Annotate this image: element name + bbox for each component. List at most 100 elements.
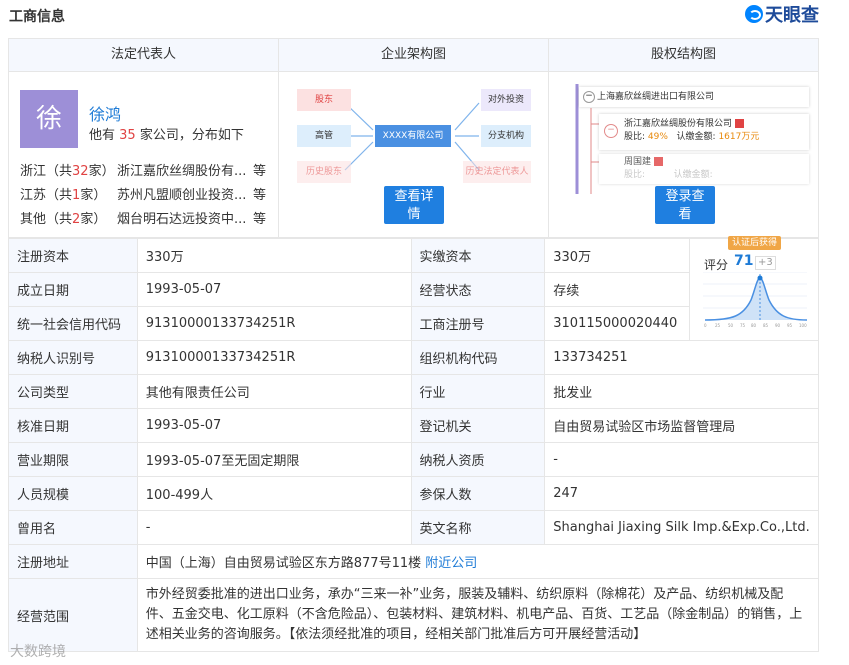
svg-text:85: 85: [763, 323, 769, 328]
field-label: 组织机构代码: [410, 340, 546, 375]
field-value: Shanghai Jiaxing Silk Imp.&Exp.Co.,Ltd.: [544, 510, 819, 545]
score-delta: +3: [755, 256, 776, 270]
more-link[interactable]: 等: [253, 160, 266, 179]
field-label: 纳税人资质: [410, 442, 546, 477]
org-node-shareholders: 股东: [297, 89, 351, 111]
eye-logo-icon: [745, 5, 763, 23]
address-value: 中国（上海）自由贸易试验区东方路877号11楼 附近公司: [136, 544, 820, 579]
field-value: 91310000133734251R: [136, 306, 412, 341]
tab-org-chart: 企业架构图: [279, 39, 549, 71]
tab-equity-chart: 股权结构图: [650, 47, 716, 62]
legal-rep-name-link[interactable]: 徐鸿: [89, 101, 121, 125]
table-row: 营业期限 1993-05-07至无固定期限 纳税人资质 -: [8, 442, 819, 477]
score-label: 评分: [704, 258, 729, 272]
section-title: 工商信息: [9, 9, 65, 25]
org-node-investments: 对外投资: [481, 89, 531, 111]
more-link[interactable]: 等: [253, 208, 266, 227]
business-info-table: 注册资本 330万 实缴资本 330万 成立日期 1993-05-07 经营状态…: [8, 238, 820, 652]
more-link[interactable]: 等: [253, 184, 266, 203]
field-label: 经营状态: [410, 272, 546, 307]
divider: [548, 39, 549, 237]
company-link[interactable]: 苏州凡盟顺创业投资...: [117, 184, 246, 203]
svg-text:90: 90: [775, 323, 781, 328]
org-node-executives: 高管: [297, 125, 351, 147]
summary-panel-header: 法定代表人 企业架构图 股权结构图: [9, 39, 818, 72]
field-label: 工商注册号: [410, 306, 546, 341]
tab-legal-rep: 法定代表人: [9, 39, 279, 71]
field-value: 310115000020440: [544, 306, 691, 341]
table-row: 人员规模 100-499人 参保人数 247: [8, 476, 819, 511]
company-link[interactable]: 烟台明石达远投资中...: [117, 208, 246, 227]
svg-text:95: 95: [787, 323, 793, 328]
field-label: 公司类型: [8, 374, 138, 409]
company-count-text: 他有 35 家公司，分布如下: [89, 128, 244, 143]
field-value: 330万: [136, 238, 412, 273]
field-value: 330万: [544, 238, 691, 273]
field-label: 统一社会信用代码: [8, 306, 138, 341]
field-label: 注册资本: [8, 238, 138, 273]
field-label: 行业: [410, 374, 546, 409]
brand-logo[interactable]: 天眼查: [745, 2, 819, 26]
field-value: 存续: [544, 272, 691, 307]
field-label: 营业期限: [8, 442, 138, 477]
field-label: 成立日期: [8, 272, 138, 307]
table-row: 注册资本 330万 实缴资本 330万: [8, 238, 819, 341]
org-node-company: XXXX有限公司: [375, 125, 451, 147]
equity-holder-card: 周国建 股比: 认缴金额:: [599, 154, 809, 184]
expand-icon[interactable]: −: [604, 124, 618, 138]
field-value: 1993-05-07: [136, 408, 412, 443]
tag-icon: [734, 119, 744, 128]
score-distribution-chart: 0 25 50 75 80 85 90 95 100: [703, 272, 807, 328]
svg-text:80: 80: [751, 323, 757, 328]
business-scope-value: 市外经贸委批准的进出口业务，承办“三来一补”业务，服装及辅料、纺织原料（除棉花）…: [136, 578, 820, 652]
province-label: 江苏（共1家）: [20, 188, 107, 203]
company-link[interactable]: 浙江嘉欣丝绸股份有...: [117, 160, 246, 179]
summary-panel: 法定代表人 企业架构图 股权结构图 徐 徐鸿 他有 35 家公司，分布如下 浙江…: [8, 38, 819, 238]
nearby-companies-link[interactable]: 附近公司: [425, 556, 477, 571]
field-value: 91310000133734251R: [136, 340, 412, 375]
field-value: -: [544, 442, 819, 477]
collapse-icon[interactable]: −: [583, 91, 595, 103]
field-label: 纳税人识别号: [8, 340, 138, 375]
verify-badge: 认证后获得: [728, 236, 782, 250]
field-value: -: [136, 510, 412, 545]
field-value: 133734251: [544, 340, 819, 375]
field-value: 1993-05-07至无固定期限: [136, 442, 412, 477]
field-value: 247: [544, 476, 819, 511]
equity-root-card: − 上海嘉欣丝绸进出口有限公司: [579, 87, 809, 107]
table-row: 核准日期 1993-05-07 登记机关 自由贸易试验区市场监督管理局: [8, 408, 819, 443]
org-node-history-reps: 历史法定代表人: [463, 161, 531, 183]
svg-text:25: 25: [715, 323, 721, 328]
table-row: 经营范围 市外经贸委批准的进出口业务，承办“三来一补”业务，服装及辅料、纺织原料…: [8, 578, 820, 652]
table-row: 公司类型 其他有限责任公司 行业 批发业: [8, 374, 819, 409]
list-item[interactable]: 浙江（共32家） 浙江嘉欣丝绸股份有... 等: [20, 160, 266, 179]
list-item[interactable]: 其他（共2家） 烟台明石达远投资中... 等: [20, 208, 266, 227]
field-label: 注册地址: [8, 544, 138, 579]
svg-text:100: 100: [799, 323, 807, 328]
field-value: 自由贸易试验区市场监督管理局: [544, 408, 819, 443]
list-item[interactable]: 江苏（共1家） 苏州凡盟顺创业投资... 等: [20, 184, 266, 203]
view-details-button[interactable]: 查看详情: [384, 186, 444, 224]
watermark: 大数跨境: [10, 644, 66, 660]
company-count: 35: [119, 128, 136, 143]
field-label: 英文名称: [410, 510, 546, 545]
svg-text:50: 50: [728, 323, 734, 328]
field-label: 参保人数: [410, 476, 546, 511]
field-label: 核准日期: [8, 408, 138, 443]
brand-name: 天眼查: [765, 5, 819, 26]
avatar: 徐: [20, 90, 78, 148]
field-label: 曾用名: [8, 510, 138, 545]
field-label: 实缴资本: [410, 238, 546, 273]
field-value: 1993-05-07: [136, 272, 412, 307]
field-value: 100-499人: [136, 476, 412, 511]
province-label: 浙江（共32家）: [20, 164, 115, 179]
province-label: 其他（共2家）: [20, 212, 107, 227]
field-label: 人员规模: [8, 476, 138, 511]
org-node-branches: 分支机构: [481, 125, 531, 147]
svg-text:0: 0: [704, 323, 707, 328]
table-row: 纳税人识别号 91310000133734251R 组织机构代码 1337342…: [8, 340, 819, 375]
login-view-button[interactable]: 登录查看: [655, 186, 715, 224]
score-value: 71: [734, 253, 754, 269]
field-value: 批发业: [544, 374, 819, 409]
tag-icon: [653, 157, 663, 166]
